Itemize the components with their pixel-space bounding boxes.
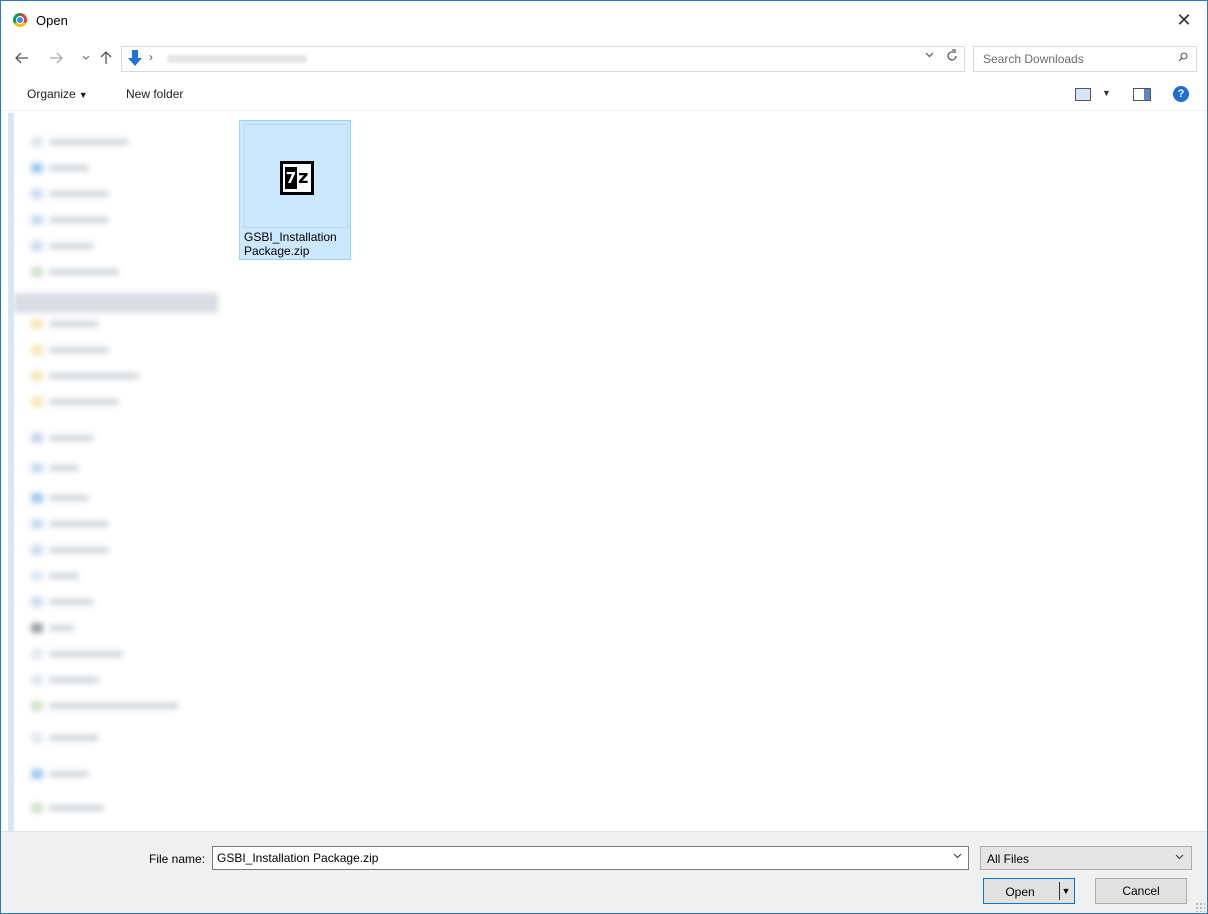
chevron-down-icon [953, 853, 962, 859]
chrome-icon [13, 13, 27, 27]
close-button[interactable]: ✕ [1161, 1, 1207, 39]
sidebar-selected-item-blurred [13, 293, 218, 313]
refresh-button[interactable] [946, 49, 958, 65]
change-view-icon[interactable] [1075, 88, 1091, 101]
title-bar: Open ✕ [1, 1, 1207, 39]
caret-down-icon[interactable]: ▼ [1102, 88, 1111, 98]
cancel-button[interactable]: Cancel [1095, 878, 1187, 904]
file-type-select[interactable]: All Files [980, 846, 1192, 870]
resize-grip[interactable] [1195, 902, 1205, 912]
file-item[interactable]: 7 z GSBI_Installation Package.zip [239, 120, 351, 260]
open-options-button[interactable]: ▼ [1059, 882, 1072, 900]
file-name-dropdown-button[interactable] [953, 851, 962, 862]
window-title: Open [36, 13, 68, 28]
arrow-up-icon [100, 51, 112, 64]
address-history-button[interactable] [925, 50, 934, 61]
recent-locations-button[interactable] [79, 49, 93, 67]
dialog-footer: File name: All Files Open ▼ Cancel [1, 831, 1207, 913]
refresh-icon [947, 49, 957, 61]
back-button[interactable] [13, 49, 31, 67]
breadcrumb-separator: › [149, 50, 153, 64]
open-button[interactable]: Open ▼ [983, 878, 1075, 904]
new-folder-button[interactable]: New folder [126, 87, 183, 101]
zip-icon-glyph-z: z [298, 167, 309, 188]
file-name-input[interactable] [217, 850, 937, 866]
chevron-down-icon [925, 52, 934, 58]
navigation-pane[interactable] [1, 113, 223, 831]
file-name-combobox[interactable] [212, 846, 969, 870]
file-type-value: All Files [987, 852, 1030, 866]
file-thumbnail: 7 z [244, 124, 348, 228]
search-box[interactable]: Search Downloads [973, 46, 1197, 72]
downloads-icon [128, 50, 142, 66]
navigation-bar: › Search Downloads [1, 41, 1207, 75]
command-bar: Organize ▼ New folder ▼ ? [1, 78, 1207, 111]
open-dialog: Open ✕ › Search Downloads Organize ▼ New… [0, 0, 1208, 914]
open-button-label: Open [1005, 885, 1035, 899]
chevron-down-icon [82, 55, 90, 60]
arrow-left-icon [15, 52, 28, 64]
sidebar-scrollbar[interactable] [8, 113, 14, 831]
preview-pane-icon[interactable] [1133, 88, 1151, 101]
arrow-right-icon [50, 52, 63, 64]
zip-icon-glyph-7: 7 [285, 167, 297, 189]
caret-down-icon: ▼ [78, 90, 88, 100]
help-icon[interactable]: ? [1173, 86, 1189, 102]
forward-button[interactable] [47, 49, 65, 67]
file-name-label: GSBI_Installation Package.zip [244, 230, 337, 258]
breadcrumb-path-blurred [167, 55, 307, 63]
up-button[interactable] [97, 49, 115, 67]
7zip-archive-icon: 7 z [280, 161, 314, 195]
file-name-label: File name: [149, 852, 206, 866]
close-icon: ✕ [1176, 9, 1192, 30]
search-icon [1178, 52, 1188, 62]
file-list[interactable]: 7 z GSBI_Installation Package.zip [223, 113, 1207, 831]
organize-label: Organize [27, 87, 76, 101]
organize-button[interactable]: Organize ▼ [27, 87, 88, 101]
chevron-down-icon [1175, 852, 1184, 863]
search-input[interactable]: Search Downloads [983, 52, 1084, 66]
address-bar[interactable]: › [121, 46, 965, 72]
